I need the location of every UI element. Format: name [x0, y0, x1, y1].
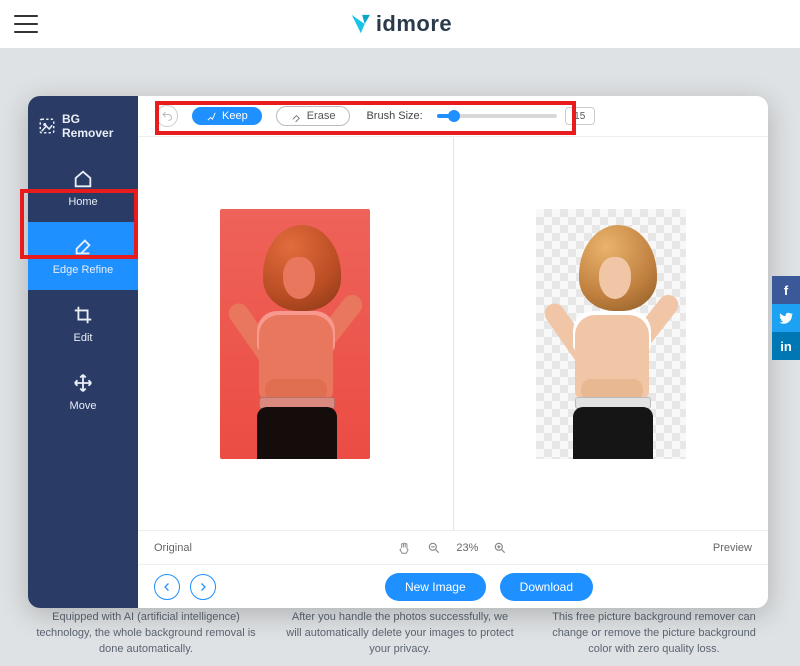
eraser-icon	[291, 111, 302, 122]
social-rail: f in	[772, 276, 800, 360]
zoom-out-icon[interactable]	[426, 540, 442, 556]
keep-tool-button[interactable]: Keep	[192, 107, 262, 125]
new-image-button[interactable]: New Image	[385, 573, 486, 601]
erase-tool-button[interactable]: Erase	[276, 106, 351, 126]
keep-label: Keep	[222, 110, 248, 122]
brand-logo[interactable]: idmore	[348, 11, 452, 37]
marketing-col: Equipped with AI (artificial intelligenc…	[32, 610, 260, 658]
brand-text: idmore	[376, 11, 452, 37]
crop-icon	[72, 304, 94, 326]
sidebar-title: BG Remover	[28, 102, 138, 154]
erase-label: Erase	[307, 110, 336, 122]
download-button[interactable]: Download	[500, 573, 593, 601]
canvas-split	[138, 136, 768, 530]
preview-image	[536, 209, 686, 459]
hand-tool-icon[interactable]	[396, 540, 412, 556]
move-icon	[72, 372, 94, 394]
chevron-left-icon	[161, 581, 173, 593]
sidebar-item-home[interactable]: Home	[28, 154, 138, 222]
home-icon	[72, 168, 94, 190]
action-bar: New Image Download	[138, 564, 768, 608]
sidebar-item-label: Edge Refine	[53, 264, 114, 276]
status-bar: Original 23% Preview	[138, 530, 768, 564]
brush-size-label: Brush Size:	[366, 110, 422, 122]
share-facebook-button[interactable]: f	[772, 276, 800, 304]
brush-keep-icon	[206, 111, 217, 122]
app-header: idmore	[0, 0, 800, 48]
bg-remover-icon	[38, 117, 56, 135]
undo-button[interactable]	[156, 105, 178, 127]
preview-pane[interactable]	[453, 137, 769, 530]
menu-icon[interactable]	[14, 15, 38, 33]
sidebar-title-text: BG Remover	[62, 112, 128, 140]
chevron-right-icon	[197, 581, 209, 593]
linkedin-icon: in	[780, 339, 792, 354]
sidebar-item-label: Home	[68, 196, 97, 208]
brush-size-slider[interactable]: 15	[437, 107, 595, 125]
preview-label: Preview	[713, 542, 752, 554]
sidebar-item-label: Edit	[74, 332, 93, 344]
zoom-value: 23%	[456, 542, 478, 554]
edge-refine-icon	[72, 236, 94, 258]
prev-button[interactable]	[154, 574, 180, 600]
sidebar-item-edit[interactable]: Edit	[28, 290, 138, 358]
editor-sidebar: BG Remover Home Edge Refine Edit Move	[28, 96, 138, 608]
twitter-icon	[779, 311, 793, 325]
zoom-in-icon[interactable]	[492, 540, 508, 556]
sidebar-item-edge-refine[interactable]: Edge Refine	[28, 222, 138, 290]
sidebar-item-move[interactable]: Move	[28, 358, 138, 426]
facebook-icon: f	[784, 283, 788, 298]
next-button[interactable]	[190, 574, 216, 600]
editor-main: Keep Erase Brush Size: 15	[138, 96, 768, 608]
refine-toolbar: Keep Erase Brush Size: 15	[138, 96, 768, 136]
sidebar-item-label: Move	[70, 400, 97, 412]
marketing-row: Equipped with AI (artificial intelligenc…	[32, 610, 768, 658]
brand-mark-icon	[348, 11, 374, 37]
undo-icon	[161, 110, 173, 122]
share-linkedin-button[interactable]: in	[772, 332, 800, 360]
marketing-col: This free picture background remover can…	[540, 610, 768, 658]
brush-size-value: 15	[565, 107, 595, 125]
original-label: Original	[154, 542, 192, 554]
original-pane[interactable]	[138, 137, 453, 530]
original-image	[220, 209, 370, 459]
editor-window: BG Remover Home Edge Refine Edit Move	[28, 96, 768, 608]
marketing-col: After you handle the photos successfully…	[286, 610, 514, 658]
share-twitter-button[interactable]	[772, 304, 800, 332]
